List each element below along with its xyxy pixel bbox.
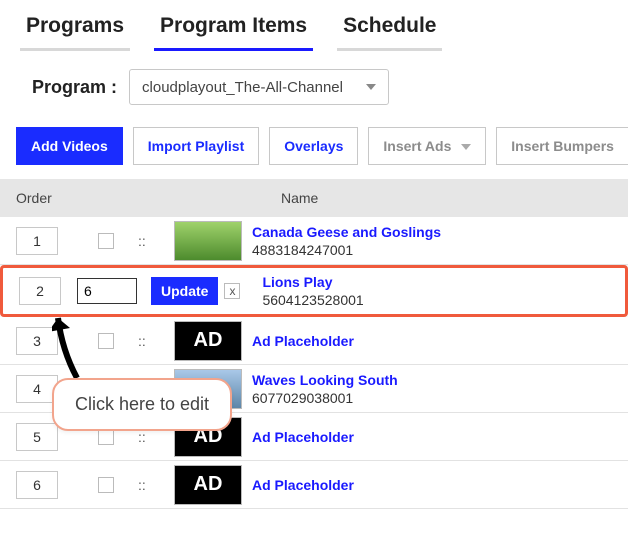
tab-label: Schedule: [343, 14, 436, 37]
drag-handle-icon[interactable]: ::: [138, 333, 156, 349]
order-edit-input[interactable]: [77, 278, 137, 304]
insert-bumpers-button[interactable]: Insert Bumpers: [496, 127, 628, 165]
item-title[interactable]: Ad Placeholder: [252, 333, 354, 349]
item-title[interactable]: Ad Placeholder: [252, 429, 354, 445]
order-value[interactable]: 6: [16, 471, 58, 499]
insert-ads-label: Insert Ads: [383, 138, 451, 154]
program-select[interactable]: cloudplayout_The-All-Channel: [129, 69, 389, 105]
drag-handle-icon[interactable]: ::: [138, 233, 156, 249]
name-cell: Lions Play 5604123528001: [262, 274, 363, 308]
row-checkbox[interactable]: [98, 477, 114, 493]
name-cell: Ad Placeholder: [252, 477, 354, 493]
import-playlist-button[interactable]: Import Playlist: [133, 127, 259, 165]
tab-underline: [337, 48, 442, 51]
name-cell: Ad Placeholder: [252, 429, 354, 445]
name-cell: Canada Geese and Goslings 4883184247001: [252, 224, 441, 258]
close-icon[interactable]: x: [224, 283, 240, 299]
tab-program-items[interactable]: Program Items: [154, 8, 313, 51]
table-row: 1 :: Canada Geese and Goslings 488318424…: [0, 217, 628, 265]
item-title[interactable]: Lions Play: [262, 274, 363, 290]
thumbnail[interactable]: [174, 221, 242, 261]
item-title[interactable]: Ad Placeholder: [252, 477, 354, 493]
tab-schedule[interactable]: Schedule: [337, 8, 442, 51]
table-row: 6 :: AD Ad Placeholder: [0, 461, 628, 509]
program-select-value: cloudplayout_The-All-Channel: [142, 79, 343, 96]
chevron-down-icon: [461, 144, 471, 150]
drag-handle-icon[interactable]: ::: [138, 477, 156, 493]
annotation-callout: Click here to edit: [52, 378, 232, 431]
order-value[interactable]: 1: [16, 227, 58, 255]
item-id: 5604123528001: [262, 292, 363, 308]
tab-label: Program Items: [160, 14, 307, 37]
ad-thumbnail[interactable]: AD: [174, 465, 242, 505]
insert-ads-button[interactable]: Insert Ads: [368, 127, 486, 165]
name-cell: Ad Placeholder: [252, 333, 354, 349]
table-header: Order Name: [0, 179, 628, 217]
order-value[interactable]: 2: [19, 277, 61, 305]
tab-label: Programs: [26, 14, 124, 37]
chevron-down-icon: [366, 84, 376, 90]
item-id: 6077029038001: [252, 390, 398, 406]
col-order-header: Order: [16, 190, 281, 206]
annotation-arrow-icon: [52, 310, 102, 380]
update-button[interactable]: Update: [151, 277, 218, 305]
name-cell: Waves Looking South 6077029038001: [252, 372, 398, 406]
add-videos-button[interactable]: Add Videos: [16, 127, 123, 165]
program-label: Program :: [32, 77, 117, 98]
col-name-header: Name: [281, 190, 612, 206]
item-title[interactable]: Waves Looking South: [252, 372, 398, 388]
order-value[interactable]: 5: [16, 423, 58, 451]
overlays-button[interactable]: Overlays: [269, 127, 358, 165]
item-title[interactable]: Canada Geese and Goslings: [252, 224, 441, 240]
tab-programs[interactable]: Programs: [20, 8, 130, 51]
ad-thumbnail[interactable]: AD: [174, 321, 242, 361]
callout-text: Click here to edit: [75, 394, 209, 414]
item-id: 4883184247001: [252, 242, 441, 258]
tab-underline: [20, 48, 130, 51]
row-checkbox[interactable]: [98, 233, 114, 249]
